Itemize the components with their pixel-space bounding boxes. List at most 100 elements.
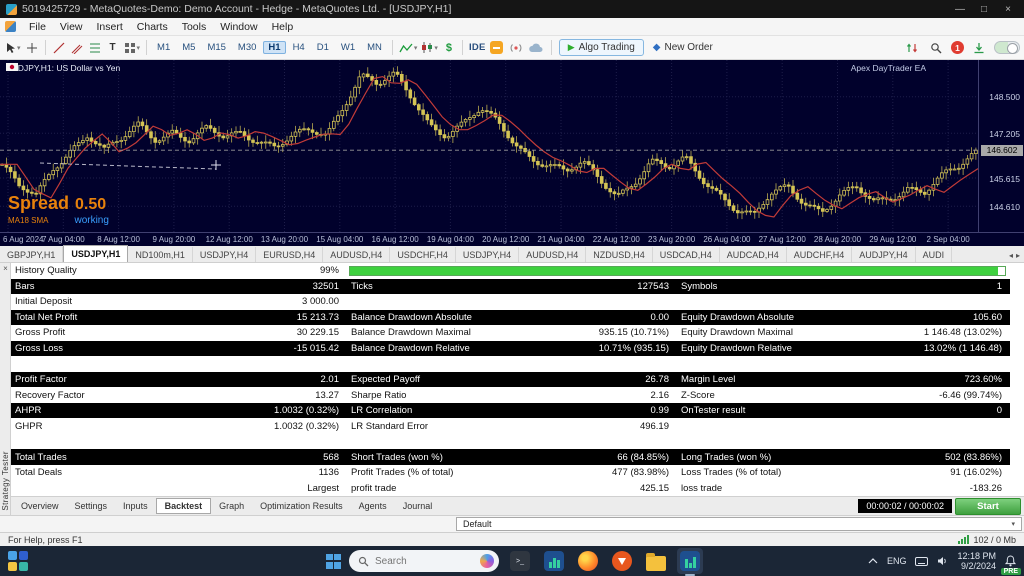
depth-of-market-button[interactable] — [903, 38, 921, 58]
signals-button[interactable] — [506, 38, 526, 58]
menu-charts[interactable]: Charts — [130, 21, 175, 33]
fibonacci-tool-button[interactable] — [86, 38, 104, 58]
taskbar-clock[interactable]: 12:18 PM 9/2/2024 — [957, 551, 996, 571]
new-order-button[interactable]: ◆ New Order — [647, 40, 719, 55]
timeframe-m15[interactable]: M15 — [202, 41, 230, 54]
chart-tab-5[interactable]: AUDUSD,H4 — [323, 247, 390, 262]
chart-tab-4[interactable]: EURUSD,H4 — [256, 247, 323, 262]
file-explorer-app-icon[interactable] — [643, 548, 669, 574]
tester-tab-agents[interactable]: Agents — [351, 498, 395, 514]
menu-window[interactable]: Window — [213, 21, 264, 33]
chevron-up-icon[interactable] — [868, 558, 878, 564]
objects-button[interactable]: ▾ — [419, 38, 440, 58]
chart-tab-7[interactable]: USDJPY,H4 — [456, 247, 519, 262]
chart-tab-13[interactable]: AUDJPY,H4 — [852, 247, 915, 262]
start-button[interactable]: Start — [955, 498, 1021, 515]
crosshair-tool-button[interactable] — [23, 38, 41, 58]
minimize-button[interactable]: — — [948, 4, 972, 15]
report-cell: AHPR1.0032 (0.32%) — [11, 405, 347, 416]
pointer-tool-button[interactable]: ▾ — [4, 38, 23, 58]
terminal-app-icon[interactable]: >_ — [507, 548, 533, 574]
clock-time: 12:18 PM — [957, 551, 996, 561]
volume-icon[interactable] — [937, 556, 948, 566]
timeframe-h1[interactable]: H1 — [263, 41, 285, 54]
metatrader-app-icon[interactable] — [541, 548, 567, 574]
chart-tab-6[interactable]: USDCHF,H4 — [390, 247, 456, 262]
chart-tab-14[interactable]: AUDI — [916, 247, 953, 262]
notifications-badge[interactable]: 1 — [951, 41, 964, 54]
notification-bell-icon[interactable] — [1005, 555, 1016, 567]
close-button[interactable]: × — [996, 4, 1020, 15]
menu-tools[interactable]: Tools — [175, 21, 214, 33]
scroll-right-button[interactable]: ▸ — [1016, 251, 1020, 260]
chart-tab-9[interactable]: NZDUSD,H4 — [586, 247, 653, 262]
widgets-icon[interactable] — [8, 551, 28, 571]
vps-button[interactable] — [526, 38, 547, 58]
report-cell: Balance Drawdown Relative10.71% (935.15) — [347, 343, 677, 354]
chart-tab-10[interactable]: USDCAD,H4 — [653, 247, 720, 262]
language-indicator[interactable]: ENG — [887, 556, 907, 566]
ea-name-label: Apex DayTrader EA — [851, 63, 926, 73]
timeframe-m1[interactable]: M1 — [152, 41, 175, 54]
firefox-app-icon[interactable] — [575, 548, 601, 574]
menu-help[interactable]: Help — [265, 21, 301, 33]
profile-dropdown[interactable]: Default ▾ — [456, 517, 1022, 531]
report-value: 15 213.73 — [297, 312, 339, 323]
search-input[interactable] — [375, 556, 465, 567]
indicators-button[interactable]: ▾ — [397, 38, 420, 58]
tester-tab-overview[interactable]: Overview — [13, 498, 67, 514]
tester-tab-settings[interactable]: Settings — [67, 498, 116, 514]
price-scale[interactable]: 146.602 148.500147.205145.615144.610 — [978, 60, 1024, 232]
chart-tab-12[interactable]: AUDCHF,H4 — [787, 247, 853, 262]
tester-tab-backtest[interactable]: Backtest — [156, 498, 212, 514]
chart-tab-0[interactable]: GBPJPY,H1 — [0, 247, 63, 262]
dollar-icon[interactable]: $ — [440, 38, 458, 58]
timeframe-w1[interactable]: W1 — [336, 41, 360, 54]
algo-trading-button[interactable]: ▶ Algo Trading — [559, 39, 644, 56]
time-label-12: 23 Aug 20:00 — [648, 235, 695, 244]
trendline-tool-button[interactable] — [50, 38, 68, 58]
maximize-button[interactable]: □ — [972, 4, 996, 15]
report-value: 2.01 — [321, 374, 340, 385]
report-cell: Symbols1 — [677, 281, 1010, 292]
metatrader-tester-app-icon[interactable] — [677, 548, 703, 574]
timeframe-mn[interactable]: MN — [362, 41, 387, 54]
search-button[interactable] — [927, 38, 945, 58]
chart-plot[interactable]: USDJPY,H1: US Dollar vs Yen Apex DayTrad… — [0, 60, 978, 232]
text-tool-button[interactable]: T — [104, 38, 122, 58]
start-button-windows[interactable] — [326, 554, 341, 569]
chart-tab-3[interactable]: USDJPY,H4 — [193, 247, 256, 262]
timeframe-m30[interactable]: M30 — [233, 41, 261, 54]
chart-tab-2[interactable]: ND100m,H1 — [128, 247, 193, 262]
timeframe-m5[interactable]: M5 — [177, 41, 200, 54]
market-button[interactable] — [488, 38, 506, 58]
tester-tab-optimization-results[interactable]: Optimization Results — [252, 498, 351, 514]
shapes-tool-button[interactable]: ▾ — [122, 38, 143, 58]
timeframe-d1[interactable]: D1 — [312, 41, 334, 54]
chart-area[interactable]: USDJPY,H1: US Dollar vs Yen Apex DayTrad… — [0, 60, 1024, 246]
chart-tab-8[interactable]: AUDUSD,H4 — [519, 247, 586, 262]
timeframe-h4[interactable]: H4 — [288, 41, 310, 54]
tester-tab-graph[interactable]: Graph — [211, 498, 252, 514]
one-click-toggle[interactable] — [994, 41, 1020, 54]
updates-button[interactable] — [970, 38, 988, 58]
tester-tab-inputs[interactable]: Inputs — [115, 498, 156, 514]
copilot-icon[interactable] — [480, 554, 494, 568]
menu-view[interactable]: View — [53, 21, 90, 33]
spread-text: Spread0.50 — [8, 194, 109, 213]
menu-file[interactable]: File — [22, 21, 53, 33]
taskbar-search[interactable] — [349, 550, 499, 572]
time-scale[interactable]: 6 Aug 20247 Aug 04:008 Aug 12:009 Aug 20… — [0, 232, 1024, 246]
channel-tool-button[interactable] — [68, 38, 86, 58]
tester-close-button[interactable]: × — [0, 264, 11, 273]
touch-keyboard-icon[interactable] — [915, 557, 928, 566]
scroll-left-button[interactable]: ◂ — [1009, 251, 1013, 260]
chart-tab-1[interactable]: USDJPY,H1 — [63, 245, 128, 262]
brave-app-icon[interactable] — [609, 548, 635, 574]
chart-tab-11[interactable]: AUDCAD,H4 — [720, 247, 787, 262]
ide-button[interactable]: IDE — [467, 38, 488, 58]
tester-tab-journal[interactable]: Journal — [395, 498, 441, 514]
time-label-16: 29 Aug 12:00 — [869, 235, 916, 244]
menu-insert[interactable]: Insert — [90, 21, 130, 33]
report-row-13: Total Deals1136Profit Trades (% of total… — [11, 465, 1010, 481]
